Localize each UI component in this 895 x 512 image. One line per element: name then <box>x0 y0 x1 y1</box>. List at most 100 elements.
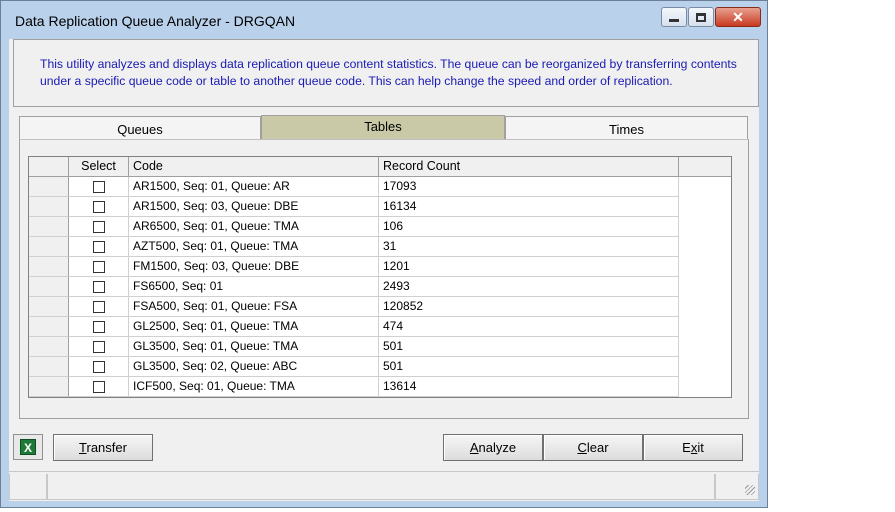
table-row[interactable]: ICF500, Seq: 01, Queue: TMA 13614 <box>29 377 679 397</box>
resize-grip-icon[interactable] <box>745 485 755 495</box>
excel-icon: X <box>20 439 36 455</box>
select-cell <box>69 197 129 217</box>
select-checkbox[interactable] <box>92 241 105 253</box>
select-cell <box>69 357 129 377</box>
code-cell: FS6500, Seq: 01 <box>129 277 379 297</box>
code-cell: FM1500, Seq: 03, Queue: DBE <box>129 257 379 277</box>
code-cell: ICF500, Seq: 01, Queue: TMA <box>129 377 379 397</box>
count-cell: 17093 <box>379 177 679 197</box>
select-checkbox[interactable] <box>92 281 105 293</box>
select-checkbox[interactable] <box>92 381 105 393</box>
table-row[interactable]: GL3500, Seq: 02, Queue: ABC 501 <box>29 357 679 377</box>
select-checkbox[interactable] <box>92 181 105 193</box>
transfer-button[interactable]: Transfer <box>53 434 153 461</box>
table-row[interactable]: FM1500, Seq: 03, Queue: DBE 1201 <box>29 257 679 277</box>
tab-panel-tables: Select Code Record Count AR1500, Seq: 01… <box>19 139 749 419</box>
select-cell <box>69 337 129 357</box>
select-checkbox[interactable] <box>92 301 105 313</box>
select-checkbox[interactable] <box>92 341 105 353</box>
code-cell: AR1500, Seq: 03, Queue: DBE <box>129 197 379 217</box>
code-cell: FSA500, Seq: 01, Queue: FSA <box>129 297 379 317</box>
select-cell <box>69 177 129 197</box>
select-checkbox[interactable] <box>92 361 105 373</box>
info-text: This utility analyzes and displays data … <box>40 57 737 88</box>
tab-times[interactable]: Times <box>505 116 748 140</box>
count-cell: 120852 <box>379 297 679 317</box>
code-cell: GL3500, Seq: 01, Queue: TMA <box>129 337 379 357</box>
table-row[interactable]: AR1500, Seq: 03, Queue: DBE 16134 <box>29 197 679 217</box>
row-selector[interactable] <box>29 177 69 197</box>
select-checkbox[interactable] <box>92 221 105 233</box>
count-cell: 16134 <box>379 197 679 217</box>
select-cell <box>69 257 129 277</box>
info-panel: This utility analyzes and displays data … <box>13 39 759 107</box>
row-selector[interactable] <box>29 257 69 277</box>
table-row[interactable]: AZT500, Seq: 01, Queue: TMA 31 <box>29 237 679 257</box>
select-cell <box>69 277 129 297</box>
row-selector[interactable] <box>29 197 69 217</box>
table-row[interactable]: AR1500, Seq: 01, Queue: AR 17093 <box>29 177 679 197</box>
table-row[interactable]: FSA500, Seq: 01, Queue: FSA 120852 <box>29 297 679 317</box>
count-cell: 13614 <box>379 377 679 397</box>
select-checkbox[interactable] <box>92 321 105 333</box>
transfer-mnemonic: T <box>79 440 87 455</box>
row-selector[interactable] <box>29 277 69 297</box>
clear-mnemonic: C <box>577 440 587 455</box>
count-cell: 1201 <box>379 257 679 277</box>
select-cell <box>69 317 129 337</box>
row-header-corner <box>29 157 69 177</box>
row-selector[interactable] <box>29 357 69 377</box>
maximize-button[interactable] <box>688 7 714 27</box>
clear-label-rest: lear <box>586 440 609 455</box>
maximize-icon <box>696 12 706 22</box>
column-header-code[interactable]: Code <box>129 157 379 177</box>
analyze-button[interactable]: Analyze <box>443 434 543 461</box>
status-pane-1 <box>9 474 47 500</box>
select-checkbox[interactable] <box>92 261 105 273</box>
column-header-record-count[interactable]: Record Count <box>379 157 679 177</box>
status-pane-2 <box>47 474 715 500</box>
select-checkbox[interactable] <box>92 201 105 213</box>
title-bar[interactable]: Data Replication Queue Analyzer - DRGQAN… <box>1 1 767 39</box>
row-selector[interactable] <box>29 217 69 237</box>
close-button[interactable]: ✕ <box>715 7 761 27</box>
close-icon: ✕ <box>732 8 744 25</box>
row-selector[interactable] <box>29 337 69 357</box>
table-row[interactable]: GL2500, Seq: 01, Queue: TMA 474 <box>29 317 679 337</box>
count-cell: 501 <box>379 337 679 357</box>
tab-tables[interactable]: Tables <box>261 115 505 140</box>
table-row[interactable]: GL3500, Seq: 01, Queue: TMA 501 <box>29 337 679 357</box>
row-selector[interactable] <box>29 317 69 337</box>
code-cell: AR6500, Seq: 01, Queue: TMA <box>129 217 379 237</box>
app-window: Data Replication Queue Analyzer - DRGQAN… <box>0 0 768 508</box>
data-grid[interactable]: Select Code Record Count AR1500, Seq: 01… <box>28 156 732 398</box>
minimize-button[interactable] <box>661 7 687 27</box>
row-selector[interactable] <box>29 297 69 317</box>
count-cell: 474 <box>379 317 679 337</box>
select-cell <box>69 237 129 257</box>
row-selector[interactable] <box>29 237 69 257</box>
exit-button[interactable]: Exit <box>643 434 743 461</box>
analyze-label-rest: nalyze <box>478 440 517 455</box>
count-cell: 501 <box>379 357 679 377</box>
analyze-mnemonic: A <box>469 440 479 455</box>
header-filler <box>679 157 731 177</box>
exit-label-prefix: E <box>682 440 691 455</box>
clear-button[interactable]: Clear <box>543 434 643 461</box>
excel-export-button[interactable]: X <box>13 434 43 460</box>
status-bar <box>9 471 759 500</box>
exit-label-rest: it <box>697 440 704 455</box>
grid-header-row: Select Code Record Count <box>29 157 679 177</box>
table-row[interactable]: FS6500, Seq: 01 2493 <box>29 277 679 297</box>
count-cell: 106 <box>379 217 679 237</box>
code-cell: AR1500, Seq: 01, Queue: AR <box>129 177 379 197</box>
row-selector[interactable] <box>29 377 69 397</box>
transfer-label-rest: ransfer <box>86 440 127 455</box>
tab-queues[interactable]: Queues <box>19 116 261 140</box>
window-controls: ✕ <box>660 7 761 27</box>
column-header-select[interactable]: Select <box>69 157 129 177</box>
select-cell <box>69 217 129 237</box>
tab-strip: Queues Tables Times <box>19 115 749 140</box>
count-cell: 31 <box>379 237 679 257</box>
table-row[interactable]: AR6500, Seq: 01, Queue: TMA 106 <box>29 217 679 237</box>
